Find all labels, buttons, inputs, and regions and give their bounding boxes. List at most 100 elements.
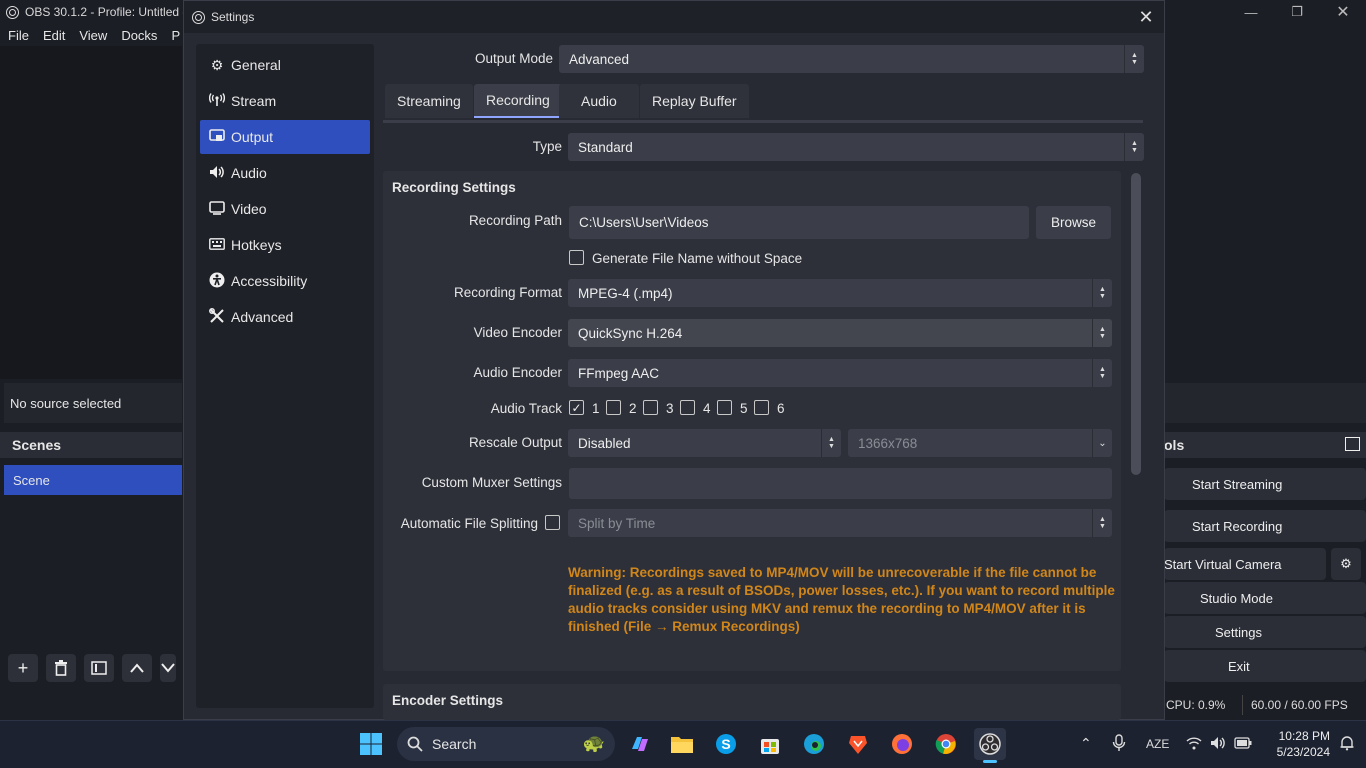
firefox-icon[interactable] — [886, 728, 918, 760]
status-bar: CPU: 0.9% 60.00 / 60.00 FPS — [1164, 690, 1366, 720]
sidebar-item-stream[interactable]: Stream — [200, 84, 370, 118]
clock-date[interactable]: 5/23/2024 — [1256, 745, 1330, 759]
clock-time[interactable]: 10:28 PM — [1264, 729, 1330, 743]
tab-audio[interactable]: Audio — [559, 84, 639, 118]
start-recording-button[interactable]: Start Recording — [1164, 510, 1366, 542]
battery-icon[interactable] — [1234, 737, 1252, 752]
scene-toolbar: + — [4, 652, 184, 684]
start-streaming-button[interactable]: Start Streaming — [1164, 468, 1366, 500]
turtle-icon: 🐢 — [582, 733, 605, 753]
chrome-icon[interactable] — [930, 728, 962, 760]
add-scene-icon[interactable]: + — [8, 654, 38, 682]
accessibility-icon — [208, 272, 226, 291]
audio-track-6-checkbox[interactable] — [754, 400, 769, 415]
skype-icon[interactable]: S — [710, 728, 742, 760]
dock-float-icon[interactable] — [1345, 437, 1360, 451]
taskbar-search[interactable]: Search 🐢 — [397, 727, 615, 761]
sidebar-item-audio[interactable]: Audio — [200, 156, 370, 190]
rescale-output-select[interactable]: Disabled ▲ ▼ — [568, 429, 841, 457]
audio-track-1-checkbox[interactable]: ✓ — [569, 400, 584, 415]
type-label: Type — [532, 139, 562, 154]
audio-track-2-checkbox[interactable] — [606, 400, 621, 415]
dialog-close-icon[interactable]: ✕ — [1134, 5, 1158, 29]
language-indicator[interactable]: AZE — [1146, 737, 1169, 751]
minimize-icon[interactable]: — — [1228, 0, 1274, 24]
sidebar-item-advanced[interactable]: Advanced — [200, 300, 370, 334]
rescale-resolution-select[interactable]: 1366x768 ⌄ — [848, 429, 1112, 457]
browse-button[interactable]: Browse — [1036, 206, 1111, 239]
scene-filters-icon[interactable] — [84, 654, 114, 682]
tab-recording[interactable]: Recording — [474, 84, 562, 118]
audio-track-3-checkbox[interactable] — [643, 400, 658, 415]
keyboard-icon — [208, 237, 226, 253]
menu-profile[interactable]: P — [171, 28, 180, 43]
windows-start-icon[interactable] — [355, 728, 387, 760]
type-select[interactable]: Standard ▲ ▼ — [568, 133, 1144, 161]
recording-path-input[interactable]: C:\Users\User\Videos — [569, 206, 1029, 239]
audio-track-5-label: 5 — [740, 401, 748, 416]
show-hidden-icons-chevron-icon[interactable]: ⌃ — [1080, 735, 1092, 752]
microphone-icon[interactable] — [1112, 734, 1126, 755]
muxer-settings-input[interactable] — [569, 468, 1112, 499]
file-explorer-icon[interactable] — [666, 728, 698, 760]
copilot-icon[interactable] — [624, 728, 656, 760]
file-splitting-checkbox[interactable] — [545, 515, 560, 530]
settings-scrollbar[interactable] — [1131, 173, 1141, 475]
recording-format-select[interactable]: MPEG-4 (.mp4) ▲ ▼ — [568, 279, 1112, 307]
sidebar-item-hotkeys[interactable]: Hotkeys — [200, 228, 370, 262]
settings-sidebar: ⚙ General Stream Output Audio Video Hotke — [196, 44, 374, 708]
gen-filename-label: Generate File Name without Space — [592, 251, 803, 266]
sidebar-item-general[interactable]: ⚙ General — [200, 48, 370, 82]
audio-track-1-label: 1 — [592, 401, 600, 416]
move-scene-down-icon[interactable] — [160, 654, 176, 682]
file-splitting-label: Automatic File Splitting — [400, 516, 538, 531]
menu-view[interactable]: View — [79, 28, 107, 43]
tab-bar-divider — [383, 120, 1143, 123]
wifi-icon[interactable] — [1186, 736, 1202, 753]
source-toolbar-right — [1164, 383, 1366, 423]
search-label: Search — [432, 736, 477, 752]
menu-file[interactable]: File — [8, 28, 29, 43]
sidebar-item-accessibility[interactable]: Accessibility — [200, 264, 370, 298]
notification-bell-icon[interactable] — [1340, 735, 1354, 754]
controls-header: ols — [1164, 432, 1366, 458]
audio-track-6-label: 6 — [777, 401, 785, 416]
obs-taskbar-icon[interactable] — [974, 728, 1006, 760]
move-scene-up-icon[interactable] — [122, 654, 152, 682]
encoder-settings-title: Encoder Settings — [392, 693, 504, 708]
audio-track-4-checkbox[interactable] — [680, 400, 695, 415]
maximize-icon[interactable]: ❐ — [1274, 0, 1320, 24]
store-icon[interactable] — [754, 728, 786, 760]
recording-format-label: Recording Format — [453, 285, 562, 300]
tab-streaming[interactable]: Streaming — [385, 84, 473, 118]
gen-filename-checkbox[interactable] — [569, 250, 584, 265]
edge-icon[interactable] — [798, 728, 830, 760]
spin-arrows-icon: ▲ ▼ — [1124, 133, 1144, 161]
menu-edit[interactable]: Edit — [43, 28, 65, 43]
scene-label: Scene — [13, 472, 50, 488]
audio-track-5-checkbox[interactable] — [717, 400, 732, 415]
volume-icon[interactable] — [1210, 736, 1226, 753]
fps-readout: 60.00 / 60.00 FPS — [1242, 695, 1348, 715]
close-main-icon[interactable]: ✕ — [1320, 0, 1366, 24]
virtual-camera-gear-icon[interactable]: ⚙ — [1331, 548, 1361, 580]
brave-icon[interactable] — [842, 728, 874, 760]
settings-button[interactable]: Settings — [1164, 616, 1366, 648]
audio-encoder-select[interactable]: FFmpeg AAC ▲ ▼ — [568, 359, 1112, 387]
start-virtual-camera-button[interactable]: Start Virtual Camera — [1164, 548, 1326, 580]
menu-docks[interactable]: Docks — [121, 28, 157, 43]
video-encoder-select[interactable]: QuickSync H.264 ▲ ▼ — [568, 319, 1112, 347]
delete-scene-icon[interactable] — [46, 654, 76, 682]
dialog-title-bar: Settings — [184, 1, 1164, 33]
obs-logo-icon — [6, 5, 19, 19]
split-mode-select[interactable]: Split by Time ▲ ▼ — [568, 509, 1112, 537]
sidebar-item-output[interactable]: Output — [200, 120, 370, 154]
tab-replay-buffer[interactable]: Replay Buffer — [640, 84, 749, 118]
scene-list-item[interactable]: Scene — [4, 465, 182, 495]
studio-mode-button[interactable]: Studio Mode — [1164, 582, 1366, 614]
exit-button[interactable]: Exit — [1164, 650, 1366, 682]
dialog-title: Settings — [211, 10, 255, 24]
sidebar-item-video[interactable]: Video — [200, 192, 370, 226]
cpu-usage: CPU: 0.9% — [1166, 698, 1226, 712]
output-mode-select[interactable]: Advanced ▲ ▼ — [559, 45, 1144, 73]
